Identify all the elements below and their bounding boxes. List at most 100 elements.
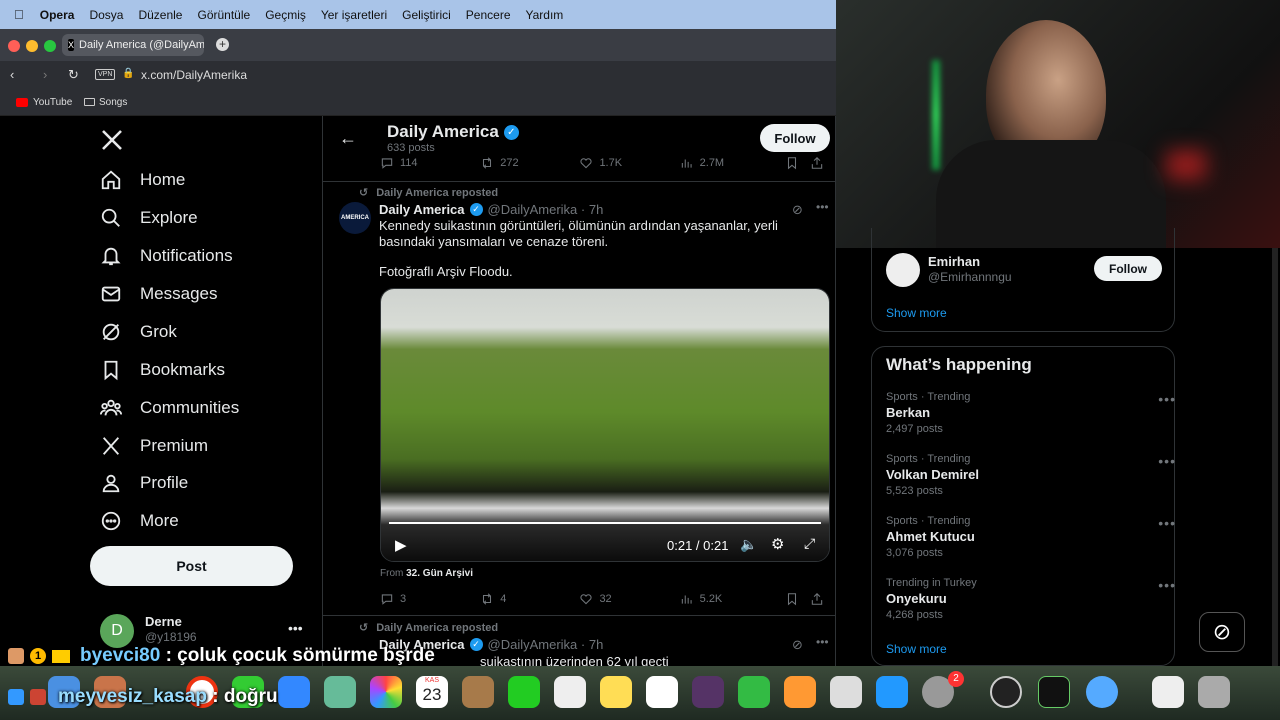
contacts-icon[interactable]	[462, 676, 494, 708]
bookmark-button[interactable]	[785, 592, 810, 606]
trend-more-icon[interactable]: •••	[1158, 577, 1176, 593]
like-button[interactable]: 32	[579, 592, 679, 606]
reply-button[interactable]: 114	[380, 156, 480, 170]
tweet-more-icon[interactable]: •••	[816, 635, 829, 649]
source-link[interactable]: 32. Gün Arşivi	[406, 568, 473, 579]
settings-gear-icon[interactable]: ⚙	[771, 535, 784, 553]
facetime-icon[interactable]	[508, 676, 540, 708]
video-player[interactable]: ▶ 0:21 / 0:21 🔈 ⚙ ⤢	[380, 288, 830, 562]
nav-home[interactable]: Home	[100, 165, 185, 195]
nav-profile[interactable]: Profile	[100, 468, 188, 498]
close-window-button[interactable]	[8, 40, 20, 52]
vpn-badge[interactable]: VPN	[95, 69, 116, 80]
menu-yardim[interactable]: Yardım	[526, 8, 564, 22]
views-button[interactable]: 5.2K	[680, 592, 785, 606]
photos-icon[interactable]	[370, 676, 402, 708]
post-button[interactable]: Post	[90, 546, 293, 586]
nav-messages[interactable]: Messages	[100, 279, 217, 309]
url-field[interactable]: x.com/DailyAmerika	[141, 68, 247, 82]
chat-text: : doğru	[206, 686, 278, 707]
trend-item[interactable]: Sports · Trending Volkan Demirel 5,523 p…	[886, 453, 1176, 497]
trend-item[interactable]: Trending in Turkey Onyekuru 4,268 posts …	[886, 577, 1176, 621]
reply-button[interactable]: 3	[380, 592, 480, 606]
scrollbar[interactable]	[1272, 248, 1278, 666]
suggested-avatar[interactable]	[886, 253, 920, 287]
imovie-icon[interactable]	[692, 676, 724, 708]
apple-icon[interactable]: 	[14, 7, 24, 22]
freeform-icon[interactable]	[646, 676, 678, 708]
zoom-window-button[interactable]	[44, 40, 56, 52]
trend-more-icon[interactable]: •••	[1158, 453, 1176, 469]
repost-indicator-2: ↺ Daily America reposted	[359, 621, 498, 635]
menu-gecmis[interactable]: Geçmiş	[265, 8, 306, 22]
activity-monitor-icon[interactable]	[1038, 676, 1070, 708]
downloads-stack-icon[interactable]	[1152, 676, 1184, 708]
grok-icon[interactable]: ⊘	[792, 202, 803, 218]
quicktime-icon[interactable]	[1086, 676, 1118, 708]
fullscreen-icon[interactable]: ⤢	[804, 535, 815, 552]
tweet-more-icon[interactable]: •••	[816, 200, 829, 214]
nav-more[interactable]: More	[100, 506, 179, 536]
pages-icon[interactable]	[784, 676, 816, 708]
grok-icon[interactable]: ⊘	[792, 637, 803, 653]
nav-notifications[interactable]: Notifications	[100, 241, 233, 271]
share-button[interactable]	[810, 156, 830, 170]
trend-more-icon[interactable]: •••	[1158, 391, 1176, 407]
share-button[interactable]	[810, 592, 830, 606]
suggested-follow-button[interactable]: Follow	[1094, 256, 1162, 281]
play-icon[interactable]: ▶	[395, 536, 407, 554]
show-more-link[interactable]: Show more	[886, 306, 947, 320]
tweet-author[interactable]: Daily America	[379, 202, 465, 217]
like-button[interactable]: 1.7K	[579, 156, 679, 170]
menu-opera[interactable]: Opera	[40, 8, 75, 22]
menu-dosya[interactable]: Dosya	[89, 8, 123, 22]
more-dots-icon[interactable]: •••	[288, 620, 303, 636]
nav-explore[interactable]: Explore	[100, 203, 198, 233]
bookmark-button[interactable]	[785, 156, 810, 170]
heart-icon	[580, 158, 593, 169]
repost-button[interactable]: 4	[480, 592, 579, 606]
nav-communities[interactable]: Communities	[100, 393, 239, 423]
back-icon[interactable]: ‹	[10, 67, 14, 82]
menu-yer-isaretleri[interactable]: Yer işaretleri	[321, 8, 387, 22]
trends-show-more-link[interactable]: Show more	[886, 642, 947, 656]
menu-goruntule[interactable]: Görüntüle	[197, 8, 250, 22]
tweet-avatar[interactable]: AMERICA	[339, 202, 371, 234]
menu-duzenle[interactable]: Düzenle	[138, 8, 182, 22]
divider	[323, 615, 835, 616]
x-logo-icon[interactable]	[100, 128, 124, 152]
calendar-icon[interactable]: KAS 23	[416, 676, 448, 708]
reload-icon[interactable]: ↻	[68, 67, 79, 83]
account-switcher[interactable]: D Derne @y18196 •••	[100, 614, 310, 648]
minimize-window-button[interactable]	[26, 40, 38, 52]
app-store-icon[interactable]	[876, 676, 908, 708]
follow-button[interactable]: Follow	[760, 124, 830, 152]
back-arrow-icon[interactable]: ←	[339, 128, 357, 149]
menu-pencere[interactable]: Pencere	[466, 8, 511, 22]
grok-floating-button[interactable]: ⊘	[1199, 612, 1245, 652]
numbers-icon[interactable]	[738, 676, 770, 708]
iphone-mirror-icon[interactable]	[830, 676, 862, 708]
trend-item[interactable]: Sports · Trending Ahmet Kutucu 3,076 pos…	[886, 515, 1176, 559]
trend-item[interactable]: Sports · Trending Berkan 2,497 posts •••	[886, 391, 1176, 435]
maps-icon[interactable]	[324, 676, 356, 708]
nav-premium[interactable]: Premium	[100, 431, 208, 461]
browser-tab[interactable]: X Daily America (@DailyAm	[62, 34, 204, 56]
forward-icon[interactable]: ›	[43, 67, 47, 82]
suggested-name[interactable]: Emirhan	[928, 254, 980, 269]
menu-gelistirici[interactable]: Geliştirici	[402, 8, 451, 22]
trend-more-icon[interactable]: •••	[1158, 515, 1176, 531]
notes-icon[interactable]	[600, 676, 632, 708]
views-button[interactable]: 2.7M	[680, 156, 785, 170]
obs-icon[interactable]	[990, 676, 1022, 708]
repost-button[interactable]: 272	[480, 156, 579, 170]
volume-icon[interactable]: 🔈	[740, 536, 757, 553]
bookmark-youtube[interactable]: YouTube	[33, 97, 72, 108]
nav-bookmarks[interactable]: Bookmarks	[100, 355, 225, 385]
mail-icon[interactable]	[278, 676, 310, 708]
nav-grok[interactable]: Grok	[100, 317, 177, 347]
new-tab-icon[interactable]: +	[216, 38, 229, 51]
bookmark-songs[interactable]: Songs	[99, 97, 127, 108]
reminders-icon[interactable]	[554, 676, 586, 708]
trash-icon[interactable]	[1198, 676, 1230, 708]
